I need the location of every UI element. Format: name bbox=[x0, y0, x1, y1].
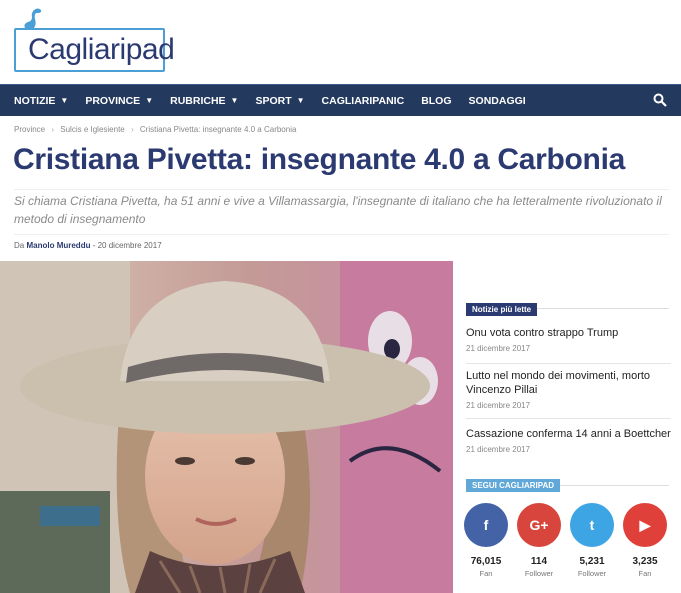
social-count: 114 bbox=[530, 556, 548, 567]
site-header: Cagliaripad bbox=[0, 0, 681, 84]
social-label: Follower bbox=[577, 569, 607, 578]
breadcrumb-item-current: Cristiana Pivetta: insegnante 4.0 a Carb… bbox=[139, 125, 297, 134]
nav-item-label: RUBRICHE bbox=[170, 94, 226, 107]
facebook-icon[interactable]: f bbox=[464, 503, 508, 547]
list-item[interactable]: Onu vota contro strappo Trump 21 dicembr… bbox=[466, 326, 671, 353]
nav-item-province[interactable]: PROVINCE ▼ bbox=[85, 95, 153, 107]
chevron-right-icon: › bbox=[130, 125, 134, 134]
nav-item-notizie[interactable]: NOTIZIE ▼ bbox=[14, 95, 68, 107]
news-title[interactable]: Onu vota contro strappo Trump bbox=[466, 326, 671, 340]
nav-item-cagliaripanic[interactable]: CAGLIARIPANIC bbox=[322, 95, 405, 107]
chevron-down-icon: ▼ bbox=[60, 96, 69, 105]
breadcrumb-item-province[interactable]: Province bbox=[14, 125, 45, 134]
nav-item-sondaggi[interactable]: SONDAGGI bbox=[469, 95, 526, 107]
youtube-icon[interactable]: ▶ bbox=[623, 503, 667, 547]
nav-item-label: PROVINCE bbox=[85, 94, 141, 107]
google-plus-icon[interactable]: G+ bbox=[517, 503, 561, 547]
nav-item-label: CAGLIARIPANIC bbox=[321, 94, 405, 107]
divider bbox=[466, 418, 671, 419]
nav-item-label: NOTIZIE bbox=[14, 94, 56, 107]
breadcrumb: Province › Sulcis e Iglesiente › Cristia… bbox=[14, 125, 300, 134]
sidebar: Notizie più lette Onu vota contro strapp… bbox=[458, 261, 681, 593]
social-counter[interactable]: ▶ 3,235 Fan bbox=[623, 503, 667, 578]
social-counter[interactable]: t 5,231 Follower bbox=[570, 503, 614, 578]
social-counter[interactable]: f 76,015 Fan bbox=[464, 503, 508, 578]
article-subtitle: Si chiama Cristiana Pivetta, ha 51 anni … bbox=[14, 189, 669, 235]
nav-item-label: BLOG bbox=[421, 94, 452, 107]
nav-item-sport[interactable]: SPORT ▼ bbox=[255, 95, 304, 107]
news-title[interactable]: Lutto nel mondo dei movimenti, morto Vin… bbox=[466, 369, 671, 397]
byline: Da Manolo Mureddu - 20 dicembre 2017 bbox=[14, 241, 162, 250]
popular-news-badge: Notizie più lette bbox=[466, 303, 538, 316]
social-counters: f 76,015 Fan G+ 114 Follower t 5,231 Follower ▶ 3,… bbox=[464, 503, 667, 578]
divider bbox=[466, 363, 671, 364]
social-count: 76,015 bbox=[470, 556, 502, 567]
main-nav: NOTIZIE ▼ PROVINCE ▼ RUBRICHE ▼ SPORT ▼ CAGLIARI… bbox=[0, 84, 681, 116]
logo-text: Cagliaripad bbox=[28, 33, 175, 66]
twitter-icon[interactable]: t bbox=[570, 503, 614, 547]
news-date: 21 dicembre 2017 bbox=[466, 401, 531, 410]
social-label: Fan bbox=[638, 569, 652, 578]
news-date: 21 dicembre 2017 bbox=[466, 445, 531, 454]
list-item[interactable]: Lutto nel mondo dei movimenti, morto Vin… bbox=[466, 369, 671, 410]
author-link[interactable]: Manolo Mureddu bbox=[26, 241, 90, 250]
article-date: 20 dicembre 2017 bbox=[97, 241, 162, 250]
social-label: Follower bbox=[524, 569, 554, 578]
social-count: 5,231 bbox=[579, 556, 605, 567]
chevron-right-icon: › bbox=[51, 125, 55, 134]
hero-illustration bbox=[0, 261, 453, 593]
social-counter[interactable]: G+ 114 Follower bbox=[517, 503, 561, 578]
chevron-down-icon: ▼ bbox=[145, 96, 154, 105]
page-title: Cristiana Pivetta: insegnante 4.0 a Carb… bbox=[13, 143, 625, 176]
news-date: 21 dicembre 2017 bbox=[466, 344, 531, 353]
nav-item-blog[interactable]: BLOG bbox=[421, 95, 451, 107]
site-logo[interactable]: Cagliaripad bbox=[14, 6, 175, 72]
chevron-down-icon: ▼ bbox=[230, 96, 239, 105]
nav-list: NOTIZIE ▼ PROVINCE ▼ RUBRICHE ▼ SPORT ▼ CAGLIARI… bbox=[0, 85, 681, 116]
nav-item-label: SONDAGGI bbox=[468, 94, 526, 107]
news-title[interactable]: Cassazione conferma 14 anni a Boettcher bbox=[466, 427, 671, 441]
nav-item-label: SPORT bbox=[255, 94, 292, 107]
nav-item-rubriche[interactable]: RUBRICHE ▼ bbox=[170, 95, 238, 107]
follow-badge: SEGUI CAGLIARIPAD bbox=[466, 479, 561, 492]
social-count: 3,235 bbox=[632, 556, 658, 567]
byline-prefix: Da bbox=[14, 241, 25, 250]
search-icon[interactable] bbox=[653, 93, 667, 107]
social-label: Fan bbox=[479, 569, 493, 578]
list-item[interactable]: Cassazione conferma 14 anni a Boettcher … bbox=[466, 427, 671, 454]
chevron-down-icon: ▼ bbox=[296, 96, 305, 105]
breadcrumb-item-sulcis[interactable]: Sulcis e Iglesiente bbox=[60, 125, 124, 134]
article-hero-image[interactable] bbox=[0, 261, 453, 593]
